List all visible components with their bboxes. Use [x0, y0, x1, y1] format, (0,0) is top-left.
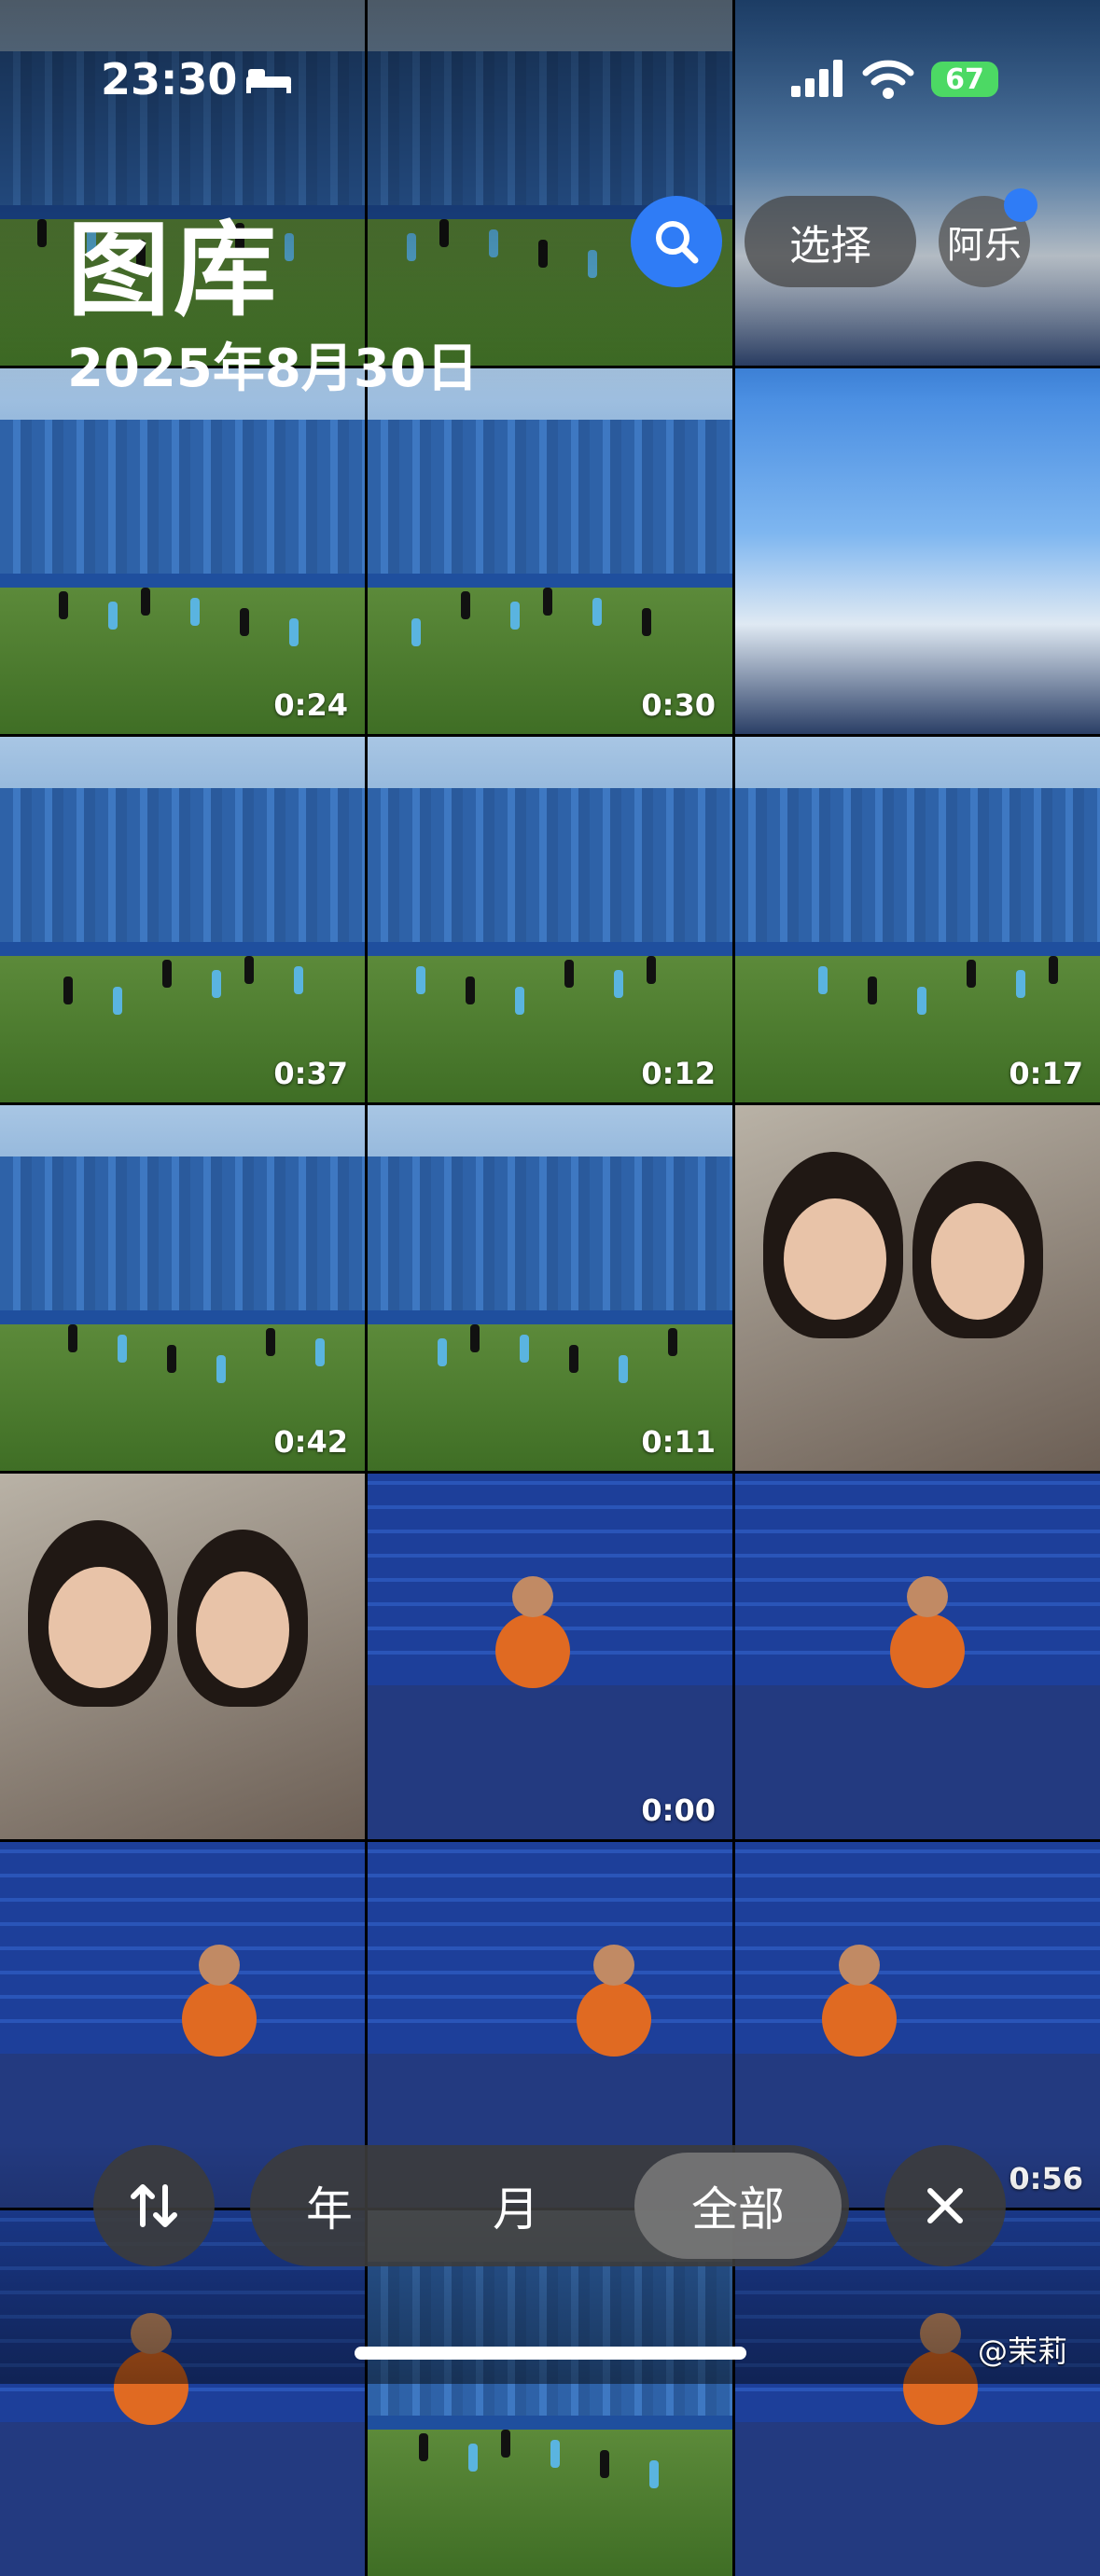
video-duration: 0:00 — [641, 1793, 716, 1828]
date-label: 2025年8月30日 — [67, 339, 479, 399]
photo-thumbnail[interactable]: 0:30 — [368, 368, 732, 734]
notification-badge — [1004, 188, 1037, 222]
sort-button[interactable] — [93, 2145, 215, 2266]
sort-arrows-icon — [131, 2184, 177, 2227]
select-button[interactable]: 选择 — [745, 196, 916, 287]
video-duration: 0:11 — [641, 1424, 716, 1460]
photo-thumbnail[interactable]: 0:00 — [368, 1474, 732, 1839]
photo-thumbnail[interactable] — [735, 0, 1100, 366]
photo-thumbnail[interactable] — [368, 0, 732, 366]
close-icon — [927, 2188, 963, 2223]
video-duration: 0:24 — [273, 687, 348, 723]
tab-month[interactable]: 月 — [437, 2145, 595, 2266]
cellular-signal-icon — [791, 60, 842, 97]
wifi-icon — [862, 60, 914, 99]
search-icon — [656, 221, 699, 264]
battery-indicator: 67 — [931, 62, 998, 97]
sleep-focus-icon — [246, 69, 291, 93]
video-duration: 0:12 — [641, 1056, 716, 1091]
photo-thumbnail[interactable]: 0:37 — [0, 737, 365, 1102]
tab-year[interactable]: 年 — [250, 2145, 409, 2266]
watermark: @茉莉 — [978, 2334, 1068, 2369]
photo-thumbnail[interactable] — [735, 1105, 1100, 1471]
video-duration: 0:30 — [641, 687, 716, 723]
photo-thumbnail[interactable]: 0:11 — [368, 1105, 732, 1471]
photo-thumbnail[interactable]: 0:42 — [0, 1105, 365, 1471]
view-segmented-control: 年 月 全部 — [250, 2145, 849, 2266]
search-button[interactable] — [631, 196, 722, 287]
photo-thumbnail[interactable]: 0:24 — [0, 368, 365, 734]
page-title: 图库 — [67, 211, 280, 330]
photo-thumbnail[interactable] — [735, 368, 1100, 734]
photo-thumbnail[interactable]: 0:17 — [735, 737, 1100, 1102]
photo-thumbnail[interactable] — [0, 1474, 365, 1839]
video-duration: 0:17 — [1009, 1056, 1083, 1091]
photo-thumbnail[interactable]: 0:12 — [368, 737, 732, 1102]
home-indicator[interactable] — [355, 2347, 746, 2360]
photo-thumbnail[interactable] — [735, 1474, 1100, 1839]
close-button[interactable] — [884, 2145, 1006, 2266]
video-duration: 0:37 — [273, 1056, 348, 1091]
video-duration: 0:42 — [273, 1424, 348, 1460]
status-time: 23:30 — [101, 54, 238, 104]
tab-all[interactable]: 全部 — [634, 2153, 842, 2259]
